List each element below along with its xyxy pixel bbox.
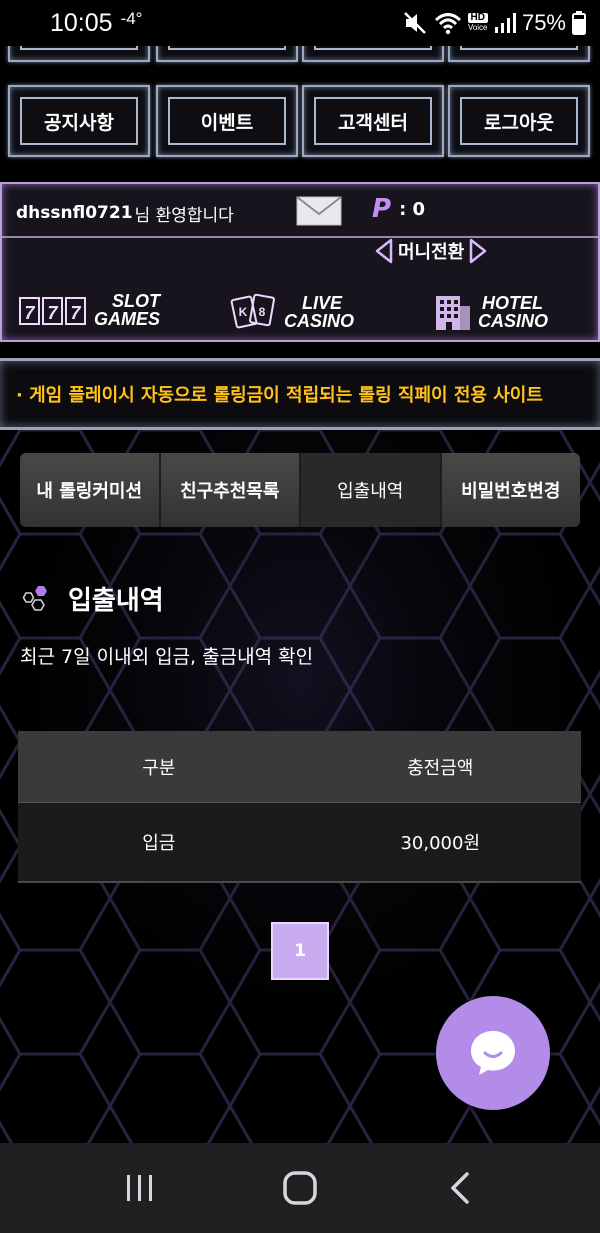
cell-amount: 30,000원 — [400, 833, 481, 854]
nav-notice-button[interactable]: 공지사항 — [8, 85, 150, 157]
cards-icon: K 8 — [230, 293, 275, 329]
mail-icon[interactable] — [296, 196, 342, 226]
top-nav-grid: 공지사항 이벤트 고객센터 로그아웃 — [8, 0, 600, 160]
svg-text:7: 7 — [47, 303, 58, 323]
svg-text:8: 8 — [259, 305, 266, 319]
chat-button[interactable] — [436, 996, 550, 1110]
recent-apps-icon — [127, 1175, 152, 1201]
user-welcome-text: 님 환영합니다 — [134, 205, 234, 226]
slot-777-icon: 7 7 7 — [19, 297, 86, 325]
column-header-type: 구분 — [142, 757, 176, 779]
back-button[interactable] — [415, 1158, 505, 1218]
hotel-casino-line1: HOTEL — [482, 293, 543, 313]
battery-percent: 75% — [521, 10, 566, 35]
signal-icon — [494, 13, 516, 33]
table-row: 입금 30,000원 — [18, 803, 581, 883]
svg-text:K: K — [239, 305, 248, 319]
live-casino-label: LIVE CASINO — [284, 294, 354, 330]
recent-apps-button[interactable] — [95, 1158, 185, 1218]
tab-change-password[interactable]: 비밀번호변경 — [441, 453, 580, 527]
cell-type: 입금 — [142, 833, 176, 854]
system-nav-bar — [0, 1143, 600, 1233]
status-time: 10:05 — [50, 8, 113, 37]
tab-rolling-commission[interactable]: 내 롤링커미션 — [20, 453, 161, 527]
hotel-casino-label: HOTEL CASINO — [478, 294, 548, 330]
user-id: dhssnfl0721 — [16, 203, 133, 223]
chat-bubble-icon — [471, 1031, 515, 1075]
status-temperature: -4° — [120, 9, 143, 28]
arrow-right-icon — [470, 238, 487, 264]
nav-support-button[interactable]: 고객센터 — [302, 85, 444, 157]
hotel-building-icon — [436, 296, 470, 330]
marquee-text: · 게임 플레이시 자동으로 롤링금이 적립되는 롤링 직페이 전용 사이트 — [16, 385, 543, 406]
hotel-casino-link[interactable]: HOTEL CASINO — [432, 292, 548, 332]
svg-text:7: 7 — [24, 303, 35, 323]
nav-support-label: 고객센터 — [314, 97, 432, 145]
hotel-casino-line2: CASINO — [478, 311, 549, 331]
voice-label: Voice — [467, 23, 488, 32]
money-swap-label: 머니전환 — [398, 242, 465, 263]
column-header-amount: 충전금액 — [407, 757, 474, 779]
hexagon-cluster-icon — [22, 585, 47, 611]
point-icon: P — [372, 194, 392, 224]
status-bar: 10:05 -4° HD Voice 75% — [0, 0, 600, 46]
slot-games-link[interactable]: 7 7 7 SLOT GAMES — [18, 292, 160, 328]
status-icons: HD Voice 75% — [402, 10, 586, 36]
mute-icon — [403, 12, 426, 34]
user-panel-divider — [2, 236, 598, 238]
nav-logout-label: 로그아웃 — [460, 97, 578, 145]
live-casino-link[interactable]: K 8 LIVE CASINO — [230, 292, 354, 332]
wifi-icon — [434, 13, 461, 35]
battery-icon — [572, 11, 586, 35]
svg-text:7: 7 — [70, 303, 81, 323]
money-swap-button[interactable]: 머니전환 — [374, 238, 488, 264]
table-header: 구분 충전금액 — [18, 731, 581, 803]
back-chevron-icon — [451, 1172, 469, 1204]
slot-games-label: SLOT GAMES — [94, 292, 160, 328]
arrow-left-icon — [375, 238, 393, 264]
section-heading: 입출내역 — [22, 580, 164, 617]
live-casino-line1: LIVE — [302, 293, 343, 313]
section-description: 최근 7일 이내외 입금, 출금내역 확인 — [20, 646, 314, 668]
live-casino-line2: CASINO — [284, 311, 355, 331]
nav-event-label: 이벤트 — [168, 97, 286, 145]
section-title: 입출내역 — [68, 586, 164, 616]
hd-voice-badge: HD Voice — [467, 13, 488, 33]
nav-logout-button[interactable]: 로그아웃 — [448, 85, 590, 157]
user-greeting: dhssnfl0721 님 환영합니다 — [16, 198, 234, 228]
point-display: P : 0 — [372, 194, 425, 224]
slot-games-line2: GAMES — [94, 309, 161, 329]
transactions-table: 구분 충전금액 입금 30,000원 — [18, 731, 581, 883]
nav-event-button[interactable]: 이벤트 — [156, 85, 298, 157]
tab-friend-referrals[interactable]: 친구추천목록 — [160, 453, 301, 527]
mypage-tabs: 내 롤링커미션 친구추천목록 입출내역 비밀번호변경 — [20, 453, 580, 527]
home-button[interactable] — [255, 1158, 345, 1218]
tab-transactions[interactable]: 입출내역 — [301, 453, 442, 527]
nav-notice-label: 공지사항 — [20, 97, 138, 145]
notice-marquee: · 게임 플레이시 자동으로 롤링금이 적립되는 롤링 직페이 전용 사이트 — [0, 358, 600, 430]
home-icon — [283, 1171, 317, 1205]
point-value: : 0 — [399, 198, 426, 220]
slot-games-line1: SLOT — [112, 291, 161, 311]
pagination-page-1[interactable]: 1 — [271, 922, 329, 980]
hd-label: HD — [467, 13, 488, 23]
